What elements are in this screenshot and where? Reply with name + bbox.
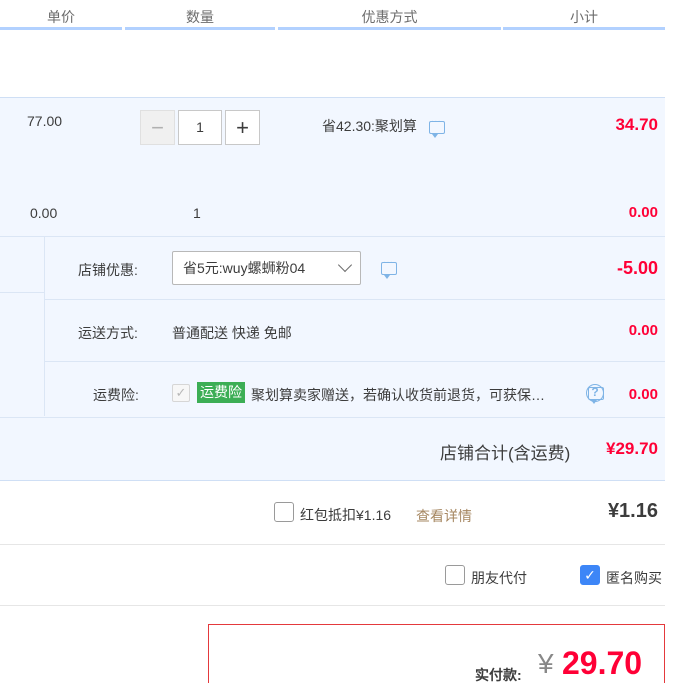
- shipping-cost: 0.00: [628, 322, 658, 339]
- insurance-cost: 0.00: [628, 386, 658, 403]
- insurance-checkbox: ✓: [172, 384, 190, 402]
- item-unit-price: 77.00: [27, 113, 63, 129]
- rail-divider: [0, 292, 45, 293]
- chevron-down-icon: [337, 257, 353, 273]
- item-promotion: 省42.30:聚划算: [322, 116, 445, 138]
- header-unit-price: 单价: [0, 0, 122, 30]
- header-quantity: 数量: [125, 0, 275, 30]
- insurance-label: 运费险:: [93, 387, 139, 403]
- order-table-header: 单价 数量 优惠方式 小计: [0, 0, 665, 33]
- quantity-input[interactable]: 1: [178, 110, 222, 145]
- help-icon[interactable]: ?: [586, 384, 604, 402]
- shop-total-label: 店铺合计(含运费): [440, 444, 571, 463]
- divider: [0, 544, 665, 545]
- shipping-value: 普通配送 快递 免邮: [172, 325, 292, 341]
- item2-subtotal: 0.00: [628, 204, 658, 221]
- insurance-text: 聚划算卖家赠送，若确认收货前退货，可获保险赔付: [251, 387, 556, 403]
- payment-currency: ¥: [538, 648, 554, 679]
- message-icon[interactable]: [428, 116, 445, 138]
- message-icon[interactable]: [381, 257, 397, 279]
- shop-discount-label: 店铺优惠:: [78, 262, 138, 278]
- item-promotion-text: 省42.30:聚划算: [322, 118, 417, 134]
- friend-pay-label: 朋友代付: [471, 570, 527, 586]
- insurance-badge: 运费险: [197, 382, 245, 403]
- anonymous-label: 匿名购买: [606, 570, 662, 586]
- shop-total-value: ¥29.70: [606, 439, 658, 458]
- header-subtotal: 小计: [503, 0, 665, 30]
- shop-left-rail: [0, 236, 45, 416]
- payment-label: 实付款:: [475, 667, 522, 683]
- shop-divider: [45, 299, 665, 300]
- quantity-decrease-button[interactable]: −: [140, 110, 175, 145]
- redpacket-details-link[interactable]: 查看详情: [416, 506, 472, 526]
- quantity-increase-button[interactable]: +: [225, 110, 260, 145]
- item-subtotal: 34.70: [615, 115, 658, 134]
- anonymous-checkbox[interactable]: ✓: [580, 565, 600, 585]
- shop-divider: [0, 417, 665, 418]
- shipping-label: 运送方式:: [78, 325, 138, 341]
- header-promotion: 优惠方式: [278, 0, 501, 30]
- item2-quantity: 1: [193, 205, 201, 221]
- friend-pay-checkbox[interactable]: [445, 565, 465, 585]
- shop-divider: [45, 361, 665, 362]
- redpacket-checkbox[interactable]: [274, 502, 294, 522]
- item2-unit-price: 0.00: [30, 205, 58, 221]
- shop-discount-value: -5.00: [616, 258, 658, 278]
- redpacket-value: ¥1.16: [607, 500, 658, 522]
- redpacket-label: 红包抵扣¥1.16: [300, 507, 392, 523]
- shop-discount-select[interactable]: 省5元:wuy螺蛳粉04: [172, 251, 361, 285]
- divider: [0, 605, 665, 606]
- payment-amount: 29.70: [562, 645, 643, 681]
- shop-discount-select-value: 省5元:wuy螺蛳粉04: [183, 260, 306, 276]
